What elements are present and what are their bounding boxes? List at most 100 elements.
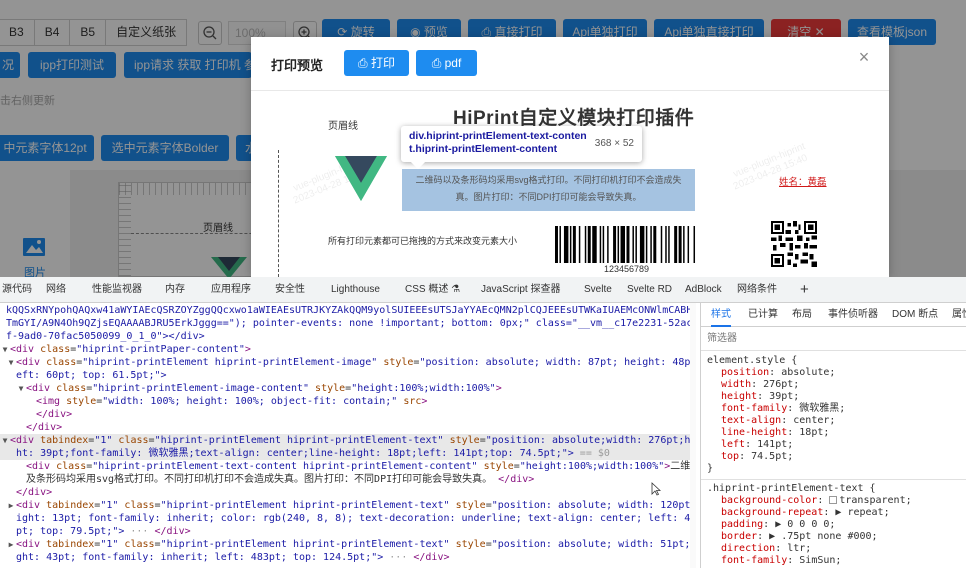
code-line[interactable]: 及条形码均采用svg格式打印。不同打印机打印不会造成失真。图片打印：不同DPI打…: [26, 473, 696, 486]
screen: B3 B4 B5 自定义纸张 100% ⟳ 旋转 ◉ 预览 ⎙ 直接打印 Api…: [0, 0, 966, 568]
code-line[interactable]: eft: 60pt; top: 61.5pt;">: [16, 369, 696, 382]
code-value: eft: 60pt; top: 61.5pt;">: [16, 370, 167, 381]
code-line[interactable]: f-9ad0-70fac5050099_0_1_0"></div>: [6, 330, 696, 343]
css-property[interactable]: font-family: SimSun;: [721, 555, 841, 567]
code-line[interactable]: TmGYI/A9N4Oh9QZjsEQAAAABJRU5ErkJggg==");…: [6, 317, 696, 330]
tab-security[interactable]: 安全性: [275, 277, 305, 303]
print-button[interactable]: ⎙ 打印: [344, 50, 409, 76]
element-style-selector: element.style {: [707, 355, 798, 366]
pdf-button[interactable]: ⎙ pdf: [416, 50, 477, 76]
code-line[interactable]: ▼ <div class="hiprint-printElement-image-…: [16, 382, 696, 395]
code-line[interactable]: ▶ <div tabindex="1" class="hiprint-printE…: [6, 499, 696, 512]
css-prop-value: 276pt;: [763, 379, 800, 390]
expand-arrow-icon[interactable]: ▶: [6, 538, 16, 551]
rule-separator: [701, 479, 966, 480]
barcode-bar: [587, 226, 591, 263]
add-tab-button[interactable]: +: [800, 277, 809, 303]
code-value: "width: 100%; height: 100%; object-fit: …: [102, 396, 398, 407]
code-line[interactable]: </div>: [36, 408, 696, 421]
selected-text-element[interactable]: 二维码以及条形码均采用svg格式打印。不同打印机打印不会造成失 真。图片打印：不…: [402, 169, 695, 211]
css-prop-value: 39pt;: [769, 391, 800, 402]
tab-network[interactable]: 网络: [46, 277, 66, 303]
code-line[interactable]: </div>: [26, 421, 696, 434]
tab-computed[interactable]: 已计算: [748, 303, 778, 327]
css-property[interactable]: padding: ▶ 0 0 0 0;: [721, 519, 835, 531]
code-line[interactable]: <img style="width: 100%; height: 100%; o…: [36, 395, 696, 408]
tab-svelte-rd[interactable]: Svelte RD: [627, 277, 672, 303]
code-line[interactable]: </div>: [16, 486, 696, 499]
css-prop-name: background-repeat: [721, 507, 824, 518]
selected-code-line[interactable]: ▼ <div tabindex="1" class="hiprint-printE…: [0, 434, 696, 447]
css-property[interactable]: background-color: transparent;: [721, 495, 912, 507]
tab-css-overview[interactable]: CSS 概述 ⚗: [405, 277, 460, 303]
code-value: "1": [100, 539, 119, 550]
barcode-bar: [607, 226, 609, 263]
css-property[interactable]: position: absolute;: [721, 367, 835, 379]
barcode-bar: [635, 226, 637, 263]
tab-sources[interactable]: 源代码: [2, 277, 32, 303]
code-value: "height:100%;width:100%": [351, 383, 496, 394]
code-value: "position: absolute; width: 51pt; hei: [491, 539, 696, 550]
expand-arrow-icon[interactable]: ▶: [6, 499, 16, 512]
color-swatch-icon[interactable]: [829, 496, 838, 504]
code-line[interactable]: pt; top: 79.5pt;"> ··· </div>: [16, 525, 696, 538]
css-property[interactable]: width: 276pt;: [721, 379, 799, 391]
collapse-arrow-icon[interactable]: ▼: [0, 343, 10, 356]
css-property[interactable]: height: 39pt;: [721, 391, 799, 403]
styles-filter-input[interactable]: 筛选器: [701, 327, 966, 351]
barcode-bar: [578, 226, 581, 263]
barcode-bar: [632, 226, 634, 263]
printer-icon: ⎙: [358, 56, 371, 70]
tab-application[interactable]: 应用程序: [211, 277, 251, 303]
code-line[interactable]: ▼ <div class="hiprint-printElement hiprin…: [6, 356, 696, 369]
collapse-arrow-icon[interactable]: ▼: [16, 382, 26, 395]
selected-code-line[interactable]: ht: 39pt;font-family: 微软雅黑;text-align: c…: [0, 447, 696, 460]
tab-adblock[interactable]: AdBlock: [685, 277, 722, 303]
css-property[interactable]: border: ▶ .75pt none #000;: [721, 531, 878, 543]
close-icon[interactable]: ×: [857, 48, 871, 66]
code-line[interactable]: <div class="hiprint-printElement-text-co…: [26, 460, 696, 473]
elements-tree: kQQSxRNYpohQAQxw41aWYIAEcQSRZOYZggQQcxwo…: [0, 303, 696, 568]
code-value: f-9ad0-70fac5050099_0_1_0"></div>: [6, 331, 205, 342]
tab-network-conditions[interactable]: 网络条件: [737, 277, 777, 303]
inspect-tooltip: div.hiprint-printElement-text-conten t.h…: [401, 126, 642, 170]
tab-memory[interactable]: 内存: [165, 277, 185, 303]
css-prop-value: 18pt;: [799, 427, 830, 438]
css-property[interactable]: text-align: center;: [721, 415, 835, 427]
css-prop-value: ▶ .75pt none #000;: [769, 531, 878, 542]
code-value: ht: 39pt;font-family: 微软雅黑;text-align: c…: [16, 448, 574, 459]
tab-lighthouse[interactable]: Lighthouse: [331, 277, 380, 303]
collapse-arrow-icon[interactable]: ▼: [6, 356, 16, 369]
barcode-bar: [617, 226, 620, 263]
barcode-bar: [678, 226, 682, 263]
tab-performance-monitor[interactable]: 性能监视器: [92, 277, 142, 303]
css-property[interactable]: top: 74.5pt;: [721, 451, 793, 463]
elements-scrollbar[interactable]: [690, 303, 696, 568]
devtools-panel: 源代码 网络 性能监视器 内存 应用程序 安全性 Lighthouse CSS …: [0, 277, 966, 568]
tab-dom-breakpoints[interactable]: DOM 断点: [892, 303, 938, 327]
barcode-bar: [620, 226, 626, 263]
tooltip-size: 368 × 52: [594, 138, 634, 149]
css-prop-name: text-align: [721, 415, 782, 426]
tab-layout[interactable]: 布局: [792, 303, 812, 327]
css-property[interactable]: font-family: 微软雅黑;: [721, 403, 845, 415]
css-property[interactable]: background-repeat: ▶ repeat;: [721, 507, 890, 519]
tab-svelte[interactable]: Svelte: [584, 277, 612, 303]
css-property[interactable]: left: 141pt;: [721, 439, 793, 451]
code-line[interactable]: ▼ <div class="hiprint-printPaper-content"…: [0, 343, 696, 356]
css-prop-name: top: [721, 451, 740, 462]
vue-logo-icon: [335, 156, 387, 201]
tab-styles[interactable]: 样式: [711, 303, 731, 327]
collapse-arrow-icon[interactable]: ▼: [0, 434, 10, 447]
code-line[interactable]: kQQSxRNYpohQAQxw41aWYIAEcQSRZOYZggQQcxwo…: [6, 304, 696, 317]
tab-properties[interactable]: 属性: [952, 303, 966, 327]
css-prop-name: font-family: [721, 555, 788, 566]
code-line[interactable]: ght: 43pt; font-family: inherit; left: 4…: [16, 551, 696, 564]
css-property[interactable]: line-height: 18pt;: [721, 427, 829, 439]
code-line[interactable]: ▶ <div tabindex="1" class="hiprint-printE…: [6, 538, 696, 551]
barcode-bar: [559, 226, 561, 263]
code-line[interactable]: ight: 13pt; font-family: inherit; color:…: [16, 512, 696, 525]
tab-event-listeners[interactable]: 事件侦听器: [828, 303, 878, 327]
tab-js-profiler[interactable]: JavaScript 探查器: [481, 277, 560, 303]
css-property[interactable]: direction: ltr;: [721, 543, 811, 555]
